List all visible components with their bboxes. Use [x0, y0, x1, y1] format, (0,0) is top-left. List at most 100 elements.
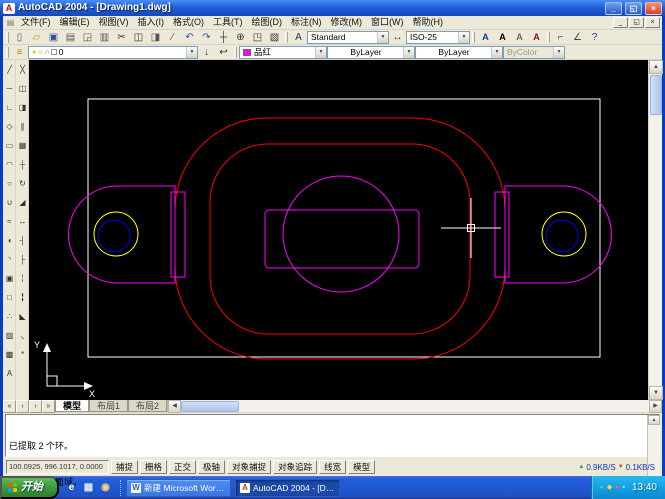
tab-layout2[interactable]: 布局2	[128, 400, 167, 412]
make-object-layer-current-icon[interactable]: ↓	[198, 45, 215, 59]
toolbar-grip[interactable]	[6, 47, 9, 58]
dim-linear-icon[interactable]: ⌐	[552, 30, 569, 44]
text-style-combo[interactable]: Standard ▼	[307, 31, 389, 44]
pan-icon[interactable]: ┼	[215, 30, 232, 44]
task-word[interactable]: W 新建 Microsoft Word ...	[126, 479, 231, 497]
rotate-tool[interactable]: ↻	[16, 174, 29, 193]
properties-icon[interactable]: ▧	[266, 30, 283, 44]
quicklaunch-show-desktop-icon[interactable]: ▦	[81, 480, 96, 496]
menu-help[interactable]: 帮助(H)	[409, 16, 448, 29]
undo-icon[interactable]: ↶	[181, 30, 198, 44]
task-autocad[interactable]: A AutoCAD 2004 - [Dra...	[235, 479, 340, 497]
copy-object-tool[interactable]: ◫	[16, 79, 29, 98]
start-button[interactable]: 开始	[0, 476, 59, 499]
redo-icon[interactable]: ↷	[198, 30, 215, 44]
model-space-toggle[interactable]: 模型	[348, 460, 375, 474]
left-lug-outline[interactable]	[69, 186, 176, 283]
menu-window[interactable]: 窗口(W)	[367, 16, 408, 29]
polygon-tool[interactable]: ◇	[3, 117, 16, 136]
lineweight-combo[interactable]: ByLayer ▼	[415, 46, 503, 59]
menu-file[interactable]: 文件(F)	[17, 16, 55, 29]
left-hole-inner[interactable]	[98, 220, 130, 252]
layer-previous-icon[interactable]: ↩	[215, 45, 232, 59]
scroll-right-button[interactable]: ▶	[649, 400, 662, 413]
dim-style-icon[interactable]: ↔	[389, 30, 406, 44]
ortho-toggle[interactable]: 正交	[169, 460, 196, 474]
taskbar-clock[interactable]: 13:40	[632, 482, 657, 493]
scroll-up-button[interactable]: ▲	[648, 415, 660, 425]
mtext-tool[interactable]: A	[3, 364, 16, 383]
chevron-down-icon[interactable]: ▼	[491, 47, 502, 58]
publish-icon[interactable]: ▥	[96, 30, 113, 44]
menu-dimension[interactable]: 标注(N)	[287, 16, 326, 29]
polyline-tool[interactable]: ∟	[3, 98, 16, 117]
copy-icon[interactable]: ◫	[130, 30, 147, 44]
right-hole-outer[interactable]	[542, 212, 586, 256]
toolbar-grip[interactable]	[285, 32, 288, 43]
revision-cloud-tool[interactable]: ∪	[3, 193, 16, 212]
hatch-tool[interactable]: ▨	[3, 326, 16, 345]
tray-antivirus-icon[interactable]: ●	[600, 476, 604, 499]
point-tool[interactable]: ∴	[3, 307, 16, 326]
chevron-down-icon[interactable]: ▼	[315, 47, 326, 58]
layer-combo[interactable]: ● ☼ ∩ 0 ▼	[28, 46, 198, 59]
zoom-realtime-icon[interactable]: ⊕	[232, 30, 249, 44]
fillet-tool[interactable]: ◟	[16, 326, 29, 345]
toolbar-grip[interactable]	[472, 32, 475, 43]
explode-tool[interactable]: *	[16, 345, 29, 364]
dim-angular-icon[interactable]: ∠	[569, 30, 586, 44]
text-style-a4-button[interactable]: A	[528, 30, 545, 44]
menu-draw[interactable]: 绘图(D)	[248, 16, 287, 29]
vertical-scrollbar[interactable]: ▲ ▼	[648, 60, 662, 400]
toolbar-grip[interactable]	[6, 32, 9, 43]
left-hole-outer[interactable]	[94, 212, 138, 256]
menu-tools[interactable]: 工具(T)	[209, 16, 247, 29]
drawing-canvas[interactable]: Y X	[29, 60, 648, 400]
help-icon[interactable]: ?	[586, 30, 603, 44]
chevron-down-icon[interactable]: ▼	[403, 47, 414, 58]
tab-model[interactable]: 模型	[55, 400, 89, 412]
tray-input-icon[interactable]: ▪	[622, 476, 624, 499]
document-icon[interactable]: ▤	[5, 17, 16, 28]
text-style-icon[interactable]: A	[290, 30, 307, 44]
layers-icon[interactable]: ≡	[11, 45, 28, 59]
break-at-point-tool[interactable]: ╎	[16, 269, 29, 288]
spline-tool[interactable]: ≈	[3, 212, 16, 231]
scale-tool[interactable]: ◢	[16, 193, 29, 212]
construction-line-tool[interactable]: ─	[3, 79, 16, 98]
scroll-left-button[interactable]: ◀	[168, 400, 181, 413]
arc-tool[interactable]: ◠	[3, 155, 16, 174]
text-style-a2-button[interactable]: A	[494, 30, 511, 44]
right-hole-inner[interactable]	[546, 220, 578, 252]
osnap-toggle[interactable]: 对象捕捉	[227, 460, 271, 474]
insert-block-tool[interactable]: ▣	[3, 269, 16, 288]
save-icon[interactable]: ▣	[45, 30, 62, 44]
mirror-tool[interactable]: ◨	[16, 98, 29, 117]
last-tab-button[interactable]: »	[42, 400, 55, 413]
toolbar-grip[interactable]	[547, 32, 550, 43]
menu-edit[interactable]: 编辑(E)	[56, 16, 94, 29]
plot-icon[interactable]: ▤	[62, 30, 79, 44]
vertical-scroll-thumb[interactable]	[650, 75, 662, 115]
close-button[interactable]: ×	[645, 2, 662, 15]
tab-layout1[interactable]: 布局1	[89, 400, 128, 412]
chevron-down-icon[interactable]: ▼	[377, 32, 388, 43]
ellipse-tool[interactable]: ◖	[3, 231, 16, 250]
restore-button[interactable]: ◱	[625, 2, 642, 15]
open-file-icon[interactable]: ▱	[28, 30, 45, 44]
horizontal-scroll-thumb[interactable]	[181, 401, 239, 412]
horizontal-scrollbar[interactable]: ◀ ▶	[167, 400, 662, 412]
chamfer-tool[interactable]: ◣	[16, 307, 29, 326]
center-boss-circle[interactable]	[283, 176, 399, 292]
chevron-down-icon[interactable]: ▼	[458, 32, 469, 43]
cut-icon[interactable]: ✂	[113, 30, 130, 44]
left-lug-neck[interactable]	[171, 192, 185, 277]
part-outer-outline[interactable]	[175, 118, 505, 359]
part-inner-outline[interactable]	[210, 144, 470, 334]
next-tab-button[interactable]: ›	[29, 400, 42, 413]
polar-toggle[interactable]: 极轴	[198, 460, 225, 474]
grid-toggle[interactable]: 栅格	[140, 460, 167, 474]
menu-modify[interactable]: 修改(M)	[327, 16, 367, 29]
horizontal-scroll-track[interactable]	[239, 400, 649, 412]
child-close-button[interactable]: ×	[645, 17, 660, 28]
